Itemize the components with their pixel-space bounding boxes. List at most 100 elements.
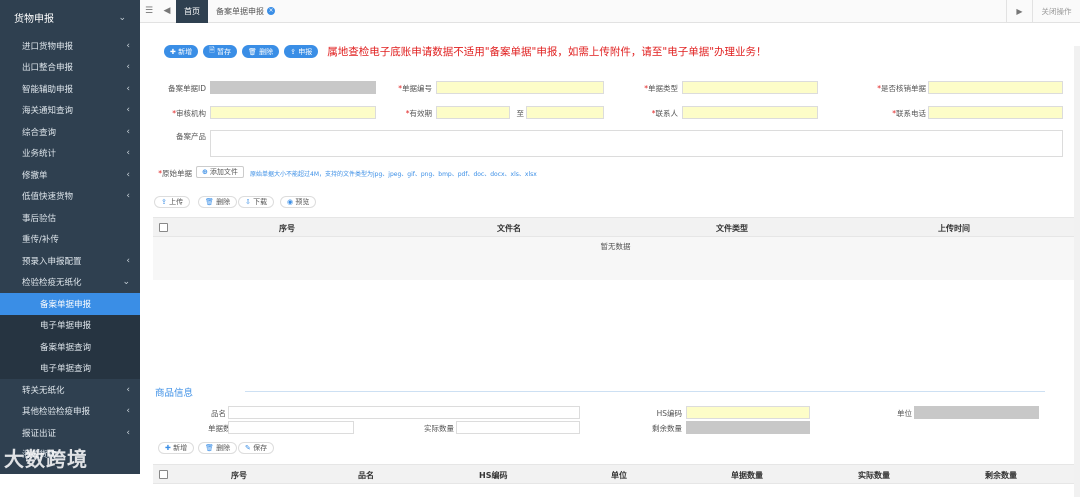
preview-button[interactable]: ◉ 预览: [280, 196, 317, 208]
col-filename: 文件名: [497, 224, 521, 233]
watermark-logo: 大数跨境: [4, 447, 88, 471]
sidebar-item-label: 其他检验检疫申报: [22, 407, 91, 418]
sidebar-item[interactable]: 事后验估: [0, 207, 140, 229]
file-table: 序号 文件名 文件类型 上传时间 暂无数据: [153, 217, 1078, 280]
unit-label: 单位: [897, 409, 912, 418]
add-file-button[interactable]: ⊕ 添加文件: [196, 166, 244, 178]
actual-qty-field[interactable]: [456, 421, 580, 434]
col-index: 序号: [279, 224, 295, 233]
plus-icon: ✚: [170, 47, 176, 56]
sidebar-subitem[interactable]: 备案单据查询: [0, 336, 140, 358]
sidebar-subitem[interactable]: 备案单据申报: [0, 293, 140, 315]
scroll-right-icon[interactable]: ▶: [1006, 0, 1032, 23]
goods-select-all-checkbox[interactable]: [159, 470, 168, 479]
file-hint: 原始单据大小不能超过4M，支持的文件类型为jpg、jpeg、gif、png、bm…: [250, 171, 537, 178]
doc-no-field[interactable]: [436, 81, 604, 94]
preview-label: 预览: [295, 198, 310, 206]
file-table-header: 序号 文件名 文件类型 上传时间: [153, 217, 1078, 237]
remaining-qty-label: 剩余数量: [652, 424, 682, 433]
valid-to-field[interactable]: [526, 106, 604, 119]
goods-name-field[interactable]: [228, 406, 580, 419]
sidebar-header[interactable]: 货物申报 ⌄: [0, 0, 140, 35]
chevron-icon: ‹: [126, 40, 130, 51]
sidebar-item[interactable]: 其他检验检疫申报 ‹: [0, 401, 140, 423]
edit-icon: ✎: [245, 444, 251, 452]
delete-button[interactable]: 🗑 删除: [241, 45, 280, 58]
phone-field[interactable]: [928, 106, 1063, 119]
goods-table: 序号 品名 HS编码 单位 单据数量 实际数量 剩余数量: [153, 464, 1078, 484]
sidebar-item[interactable]: 重传/补传: [0, 229, 140, 251]
goods-add-label: 新增: [173, 444, 188, 452]
unit-field: [914, 406, 1039, 419]
upload-button[interactable]: ⇪ 上传: [154, 196, 191, 208]
sidebar-item-label: 报证出证: [22, 428, 57, 439]
trash-icon: 🗑: [205, 198, 214, 206]
sidebar-item-label: 预录入申报配置: [22, 256, 82, 267]
sidebar-subitem[interactable]: 电子单据申报: [0, 314, 140, 336]
col-upload-time: 上传时间: [938, 224, 970, 233]
sidebar-item-label: 重传/补传: [22, 235, 59, 246]
download-button[interactable]: ⇩ 下载: [238, 196, 275, 208]
hs-code-field[interactable]: [686, 406, 810, 419]
upload-icon: ⇪: [290, 47, 296, 56]
goods-delete-label: 删除: [216, 444, 231, 452]
sidebar-item[interactable]: 业务统计 ‹: [0, 143, 140, 165]
save-draft-button[interactable]: 🗎 暂存: [203, 45, 237, 58]
tab-home[interactable]: 首页: [176, 0, 208, 23]
chevron-icon: ‹: [126, 148, 130, 159]
sidebar-item[interactable]: 转关无纸化 ‹: [0, 379, 140, 401]
sidebar-item-label: 智能辅助申报: [22, 84, 74, 95]
chevron-icon: ‹: [126, 126, 130, 137]
sidebar-item[interactable]: 海关通知查询 ‹: [0, 100, 140, 122]
goods-save-button[interactable]: ✎ 保存: [238, 442, 275, 454]
sidebar-item[interactable]: 综合查询 ‹: [0, 121, 140, 143]
declare-button[interactable]: ⇪ 申报: [284, 45, 319, 58]
upload-icon: ⇪: [161, 198, 167, 206]
write-off-select[interactable]: [928, 81, 1063, 94]
phone-label: *联系电话: [892, 109, 926, 118]
chevron-icon: ‹: [126, 427, 130, 438]
sidebar-item[interactable]: 修撤单 ‹: [0, 164, 140, 186]
sidebar-item[interactable]: 报证出证 ‹: [0, 422, 140, 444]
file-delete-button[interactable]: 🗑 删除: [198, 196, 238, 208]
goods-add-button[interactable]: ✚ 新增: [158, 442, 195, 454]
hs-code-label: HS编码: [656, 409, 682, 418]
sidebar-item[interactable]: 检验检疫无纸化 ⌄: [0, 272, 140, 294]
sidebar-subitem[interactable]: 电子单据查询: [0, 357, 140, 379]
valid-period-label: *有效期: [405, 109, 432, 118]
trash-icon: 🗑: [247, 47, 257, 56]
chevron-icon: ‹: [126, 62, 130, 73]
audit-org-field[interactable]: [210, 106, 376, 119]
sidebar-item[interactable]: 低值快速货物 ‹: [0, 186, 140, 208]
plus-circle-icon: ⊕: [202, 168, 208, 176]
sidebar-item[interactable]: 进口货物申报 ‹: [0, 35, 140, 57]
select-all-checkbox[interactable]: [159, 223, 168, 232]
close-icon[interactable]: ×: [267, 7, 275, 15]
original-doc-label: *原始单据: [158, 169, 192, 178]
goods-col-unit: 单位: [611, 471, 627, 480]
doc-type-select[interactable]: [682, 81, 818, 94]
scrollbar[interactable]: [1074, 46, 1080, 497]
empty-message: 暂无数据: [600, 242, 631, 251]
products-textarea[interactable]: [210, 130, 1063, 157]
new-button[interactable]: ✚ 新增: [164, 45, 199, 58]
scroll-left-icon[interactable]: ◀: [158, 6, 176, 16]
sidebar-item-label: 进口货物申报: [22, 41, 74, 52]
sidebar-item[interactable]: 智能辅助申报 ‹: [0, 78, 140, 100]
valid-from-field[interactable]: [436, 106, 510, 119]
trash-icon: 🗑: [205, 444, 214, 452]
sidebar-item-label: 事后验估: [22, 213, 57, 224]
contact-field[interactable]: [682, 106, 818, 119]
sidebar-item[interactable]: 出口整合申报 ‹: [0, 57, 140, 79]
sidebar-item-label: 转关无纸化: [22, 385, 65, 396]
goods-table-header: 序号 品名 HS编码 单位 单据数量 实际数量 剩余数量: [153, 464, 1078, 484]
close-operations-button[interactable]: 关闭操作: [1032, 0, 1080, 23]
sidebar-item[interactable]: 预录入申报配置 ‹: [0, 250, 140, 272]
doc-qty-field[interactable]: [228, 421, 354, 434]
sidebar-item-label: 低值快速货物: [22, 192, 74, 203]
menu-toggle-icon[interactable]: ☰: [140, 6, 158, 16]
tab-record-declare[interactable]: 备案单据申报 ×: [208, 0, 283, 23]
sidebar-item-label: 海关通知查询: [22, 106, 74, 117]
sidebar: 货物申报 ⌄ 进口货物申报 ‹ 出口整合申报 ‹ 智能辅助申报 ‹ 海关通知查询 ‹ 综合查询 ‹…: [0, 0, 140, 474]
goods-delete-button[interactable]: 🗑 删除: [198, 442, 238, 454]
